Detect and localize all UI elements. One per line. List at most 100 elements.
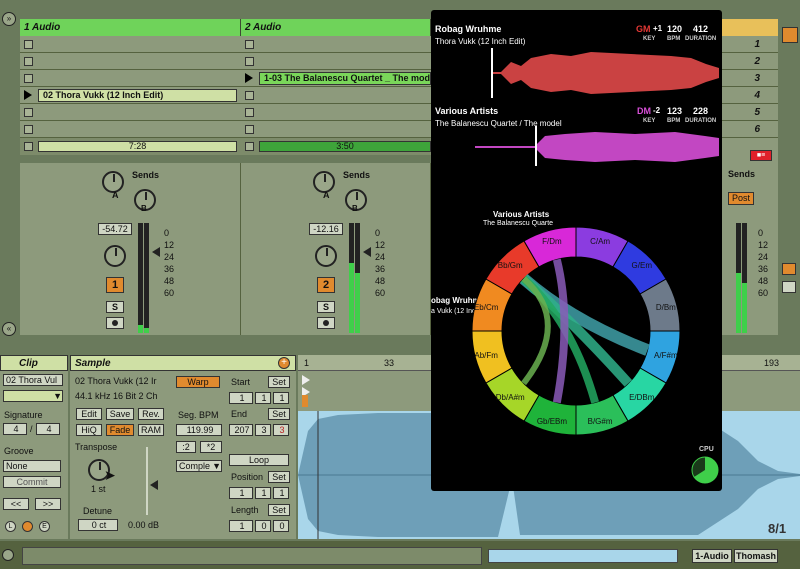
deck-a-waveform[interactable] — [491, 48, 719, 98]
start-bar[interactable]: 1 — [229, 392, 253, 404]
track-1-header[interactable]: 1 Audio — [20, 19, 241, 36]
hiq-button[interactable]: HiQ — [76, 424, 102, 436]
pan-knob[interactable] — [315, 245, 337, 267]
play-icon[interactable] — [24, 90, 32, 100]
position-bar[interactable]: 1 — [229, 487, 253, 499]
left-toggle-icon[interactable] — [2, 549, 14, 561]
volume-value[interactable]: -54.72 — [98, 223, 132, 235]
clip-slot[interactable] — [20, 53, 241, 70]
clip-slot-playing[interactable]: 02 Thora Vukk (12 Inch Edit) — [20, 87, 241, 104]
stop-button[interactable] — [24, 125, 33, 134]
stop-button[interactable] — [24, 40, 33, 49]
clip-name[interactable]: 1-03 The Balanescu Quartet _ The model — [259, 72, 431, 85]
half-tempo-button[interactable]: :2 — [176, 441, 196, 453]
prev-button[interactable]: << — [3, 498, 29, 510]
menu-icon[interactable] — [782, 27, 798, 43]
track-activator[interactable]: 1 — [106, 277, 124, 293]
track-2-header[interactable]: 2 Audio — [241, 19, 431, 36]
position-sixteenth[interactable]: 1 — [273, 487, 289, 499]
double-tempo-button[interactable]: *2 — [200, 441, 222, 453]
save-button[interactable]: Save — [106, 408, 134, 420]
stop-button[interactable] — [245, 108, 254, 117]
clip-slot[interactable] — [241, 53, 431, 70]
set-length-button[interactable]: Set — [268, 504, 290, 516]
fader-handle-icon[interactable] — [363, 247, 371, 257]
edit-button[interactable]: Edit — [76, 408, 102, 420]
warp-mode-dropdown[interactable]: Comple ▼ — [176, 460, 222, 472]
loop-button[interactable]: Loop — [229, 454, 289, 466]
launch-button[interactable]: L — [5, 521, 16, 532]
track-indicator[interactable]: 1-Audio — [692, 549, 732, 563]
gain-slider[interactable] — [146, 447, 148, 515]
deck-b-waveform[interactable] — [475, 126, 719, 166]
set-start-button[interactable]: Set — [268, 376, 290, 388]
scene-launch[interactable]: 1 — [722, 36, 778, 53]
end-bar[interactable]: 207 — [229, 424, 253, 436]
clip-slot[interactable] — [241, 121, 431, 138]
camelot-key-wheel[interactable]: C/Am G/Em D/Bm A/F#m E/DBm B/G#m Gb/EBm Db/A#m A… — [469, 224, 683, 438]
start-sixteenth[interactable]: 1 — [273, 392, 289, 404]
collapse-icon[interactable]: « — [2, 322, 16, 336]
stop-all-clips-icon[interactable]: ■≡ — [750, 150, 772, 161]
end-beat[interactable]: 3 — [255, 424, 271, 436]
play-icon[interactable] — [245, 73, 253, 83]
stop-button[interactable] — [245, 40, 254, 49]
clip-slot[interactable] — [20, 70, 241, 87]
arm-button[interactable] — [106, 317, 124, 329]
scene-launch[interactable]: 3 — [722, 70, 778, 87]
arm-button[interactable] — [317, 317, 335, 329]
set-end-button[interactable]: Set — [268, 408, 290, 420]
scene-launch[interactable]: 6 — [722, 121, 778, 138]
clip-slot[interactable] — [241, 104, 431, 121]
post-button[interactable]: Post — [728, 192, 754, 205]
signature-numerator[interactable]: 4 — [3, 423, 27, 435]
clip-name[interactable]: 02 Thora Vukk (12 Inch Edit) — [38, 89, 237, 102]
length-bar[interactable]: 1 — [229, 520, 253, 532]
solo-button[interactable]: S — [106, 301, 124, 313]
overview-strip[interactable] — [488, 549, 678, 563]
stop-button[interactable] — [24, 142, 33, 151]
set-position-button[interactable]: Set — [268, 471, 290, 483]
length-sixteenth[interactable]: 0 — [273, 520, 289, 532]
start-beat[interactable]: 1 — [255, 392, 271, 404]
device-indicator[interactable]: Thomash — [734, 549, 778, 563]
detune-field[interactable]: 0 ct — [78, 519, 118, 531]
warp-button[interactable]: Warp — [176, 376, 220, 388]
length-beat[interactable]: 0 — [255, 520, 271, 532]
end-sixteenth[interactable]: 3 — [273, 424, 289, 436]
clip-slot-playing[interactable]: 1-03 The Balanescu Quartet _ The model — [241, 70, 431, 87]
crossfade-a-icon[interactable] — [782, 263, 796, 275]
start-marker-icon[interactable] — [302, 375, 310, 385]
clip-color-dropdown[interactable]: ▼ — [3, 390, 63, 402]
scene-launch[interactable]: 5 — [722, 104, 778, 121]
position-beat[interactable]: 1 — [255, 487, 271, 499]
track-activator[interactable]: 2 — [317, 277, 335, 293]
stop-button[interactable] — [24, 74, 33, 83]
clip-slot[interactable] — [20, 121, 241, 138]
stop-button[interactable] — [24, 108, 33, 117]
pan-knob[interactable] — [104, 245, 126, 267]
next-button[interactable]: >> — [35, 498, 61, 510]
stop-button[interactable] — [24, 57, 33, 66]
notes-icon[interactable] — [22, 521, 33, 532]
position-marker-icon[interactable] — [302, 395, 308, 407]
master-header[interactable] — [722, 19, 778, 36]
stop-button[interactable] — [245, 57, 254, 66]
fader-handle-icon[interactable] — [152, 247, 160, 257]
clip-name-field[interactable]: 02 Thora Vul — [3, 374, 63, 386]
groove-dropdown[interactable]: None — [3, 460, 61, 472]
envelope-button[interactable]: E — [39, 521, 50, 532]
gain-handle-icon[interactable] — [150, 480, 158, 490]
scene-launch[interactable]: 4 — [722, 87, 778, 104]
commit-button[interactable]: Commit — [3, 476, 61, 488]
clip-slot[interactable] — [241, 87, 431, 104]
ram-button[interactable]: RAM — [138, 424, 164, 436]
expand-icon[interactable]: » — [2, 12, 16, 26]
reverse-button[interactable]: Rev. — [138, 408, 164, 420]
stop-button[interactable] — [245, 91, 254, 100]
add-icon[interactable]: + — [278, 357, 290, 369]
stop-button[interactable] — [245, 142, 254, 151]
scene-launch[interactable]: 2 — [722, 53, 778, 70]
crossfade-b-icon[interactable] — [782, 281, 796, 293]
solo-button[interactable]: S — [317, 301, 335, 313]
